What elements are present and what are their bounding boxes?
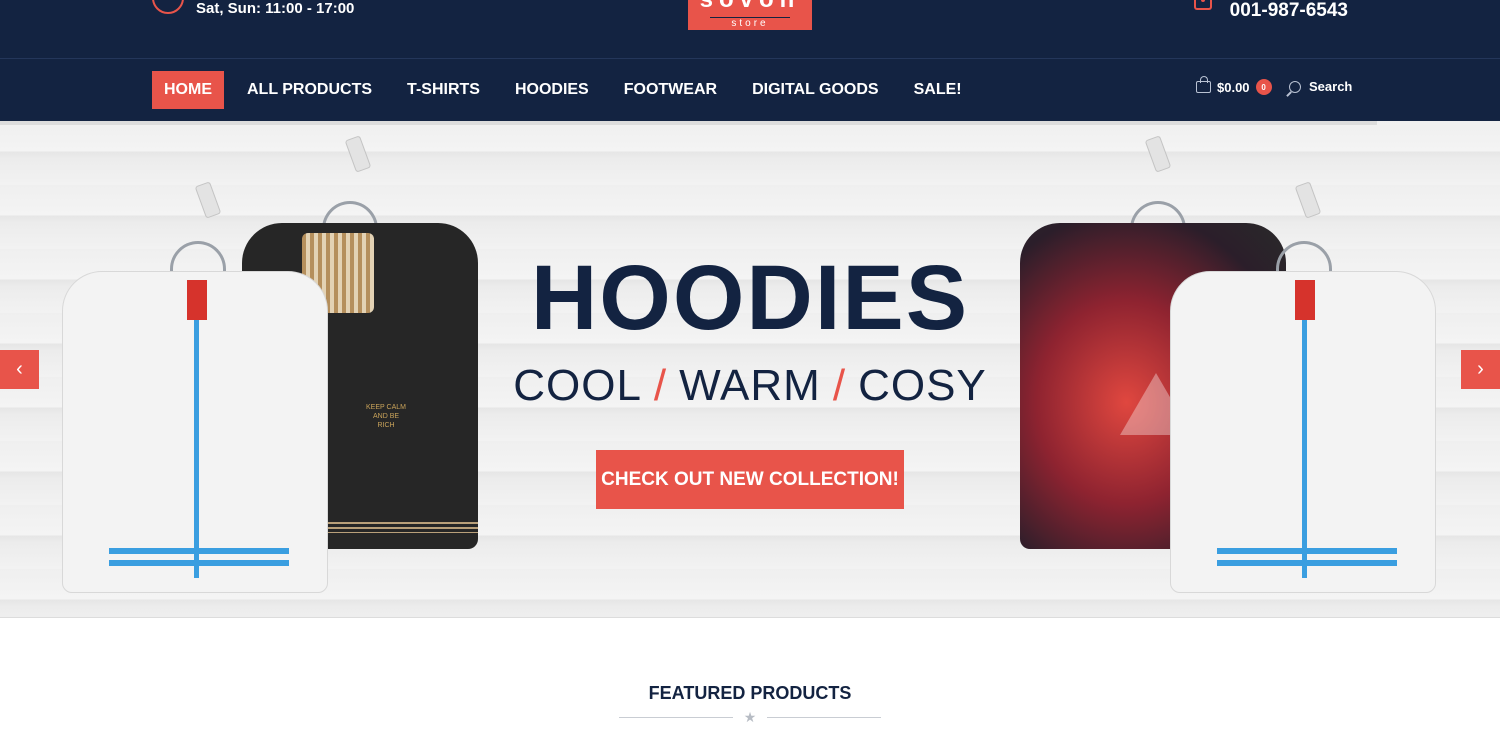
hero-separator: / — [653, 361, 668, 410]
hero-subheadline: COOL / WARM / COSY — [0, 361, 1500, 411]
phone-contact[interactable]: 001-987-6543 — [1193, 0, 1348, 22]
clothespin-image — [344, 135, 372, 173]
star-icon: ★ — [743, 709, 757, 725]
search-icon — [1289, 80, 1301, 93]
section-divider — [619, 717, 733, 718]
nav-item-t-shirts[interactable]: T-SHIRTS — [395, 71, 492, 109]
slider-prev-button[interactable]: ‹ — [0, 350, 39, 389]
main-navigation: HOME ALL PRODUCTS T-SHIRTS HOODIES FOOTW… — [0, 58, 1500, 121]
logo-subtext: store — [731, 18, 769, 29]
bag-icon — [1196, 76, 1211, 93]
hoodie-band — [1217, 548, 1397, 554]
hoodie-band — [109, 560, 289, 566]
clothespin-image — [194, 181, 222, 219]
phone-number: 001-987-6543 — [1229, 0, 1348, 21]
section-divider — [767, 717, 881, 718]
hero-sub-word: WARM — [679, 361, 821, 410]
chevron-left-icon: ‹ — [16, 358, 23, 380]
store-logo[interactable]: sovoh store — [688, 0, 812, 30]
clock-icon — [152, 0, 184, 14]
cart-total: $0.00 — [1217, 79, 1250, 95]
hero-separator: / — [832, 361, 847, 410]
hoodie-band — [1217, 560, 1397, 566]
phone-icon — [1193, 0, 1212, 10]
chevron-right-icon: › — [1477, 358, 1484, 380]
search-label: Search — [1309, 79, 1353, 94]
nav-item-sale[interactable]: SALE! — [902, 71, 974, 109]
featured-products-title: FEATURED PRODUCTS — [648, 683, 852, 703]
hero-headline: HOODIES — [530, 247, 970, 349]
cart-button[interactable]: $0.00 0 — [1196, 76, 1272, 95]
nav-item-digital-goods[interactable]: DIGITAL GOODS — [740, 71, 891, 109]
logo-text: sovoh — [688, 0, 812, 14]
search-button[interactable]: Search — [1289, 79, 1352, 94]
nav-item-footwear[interactable]: FOOTWEAR — [612, 71, 729, 109]
hoodie-band — [109, 548, 289, 554]
top-header: Sat, Sun: 11:00 - 17:00 sovoh store 001-… — [0, 0, 1500, 58]
nav-item-home[interactable]: HOME — [152, 71, 224, 109]
hoodie-zipper — [194, 318, 199, 578]
cart-count-badge: 0 — [1255, 79, 1272, 95]
nav-item-all-products[interactable]: ALL PRODUCTS — [235, 71, 384, 109]
slider-progress-bar — [0, 121, 1377, 125]
new-collection-button[interactable]: CHECK OUT NEW COLLECTION! — [596, 450, 904, 509]
slider-next-button[interactable]: › — [1461, 350, 1500, 389]
hero-slider: KEEP CALM AND BE RICH HOODIES COOL / WARM /… — [0, 121, 1500, 618]
hero-sub-word: COOL — [513, 361, 642, 410]
nav-item-hoodies[interactable]: HOODIES — [503, 71, 601, 109]
clothespin-image — [1144, 135, 1172, 173]
nav-menu: HOME ALL PRODUCTS T-SHIRTS HOODIES FOOTW… — [152, 71, 985, 109]
hero-sub-word: COSY — [858, 361, 987, 410]
hoodie-zipper — [1302, 318, 1307, 578]
clothespin-image — [1294, 181, 1322, 219]
opening-hours-text: Sat, Sun: 11:00 - 17:00 — [196, 0, 355, 17]
